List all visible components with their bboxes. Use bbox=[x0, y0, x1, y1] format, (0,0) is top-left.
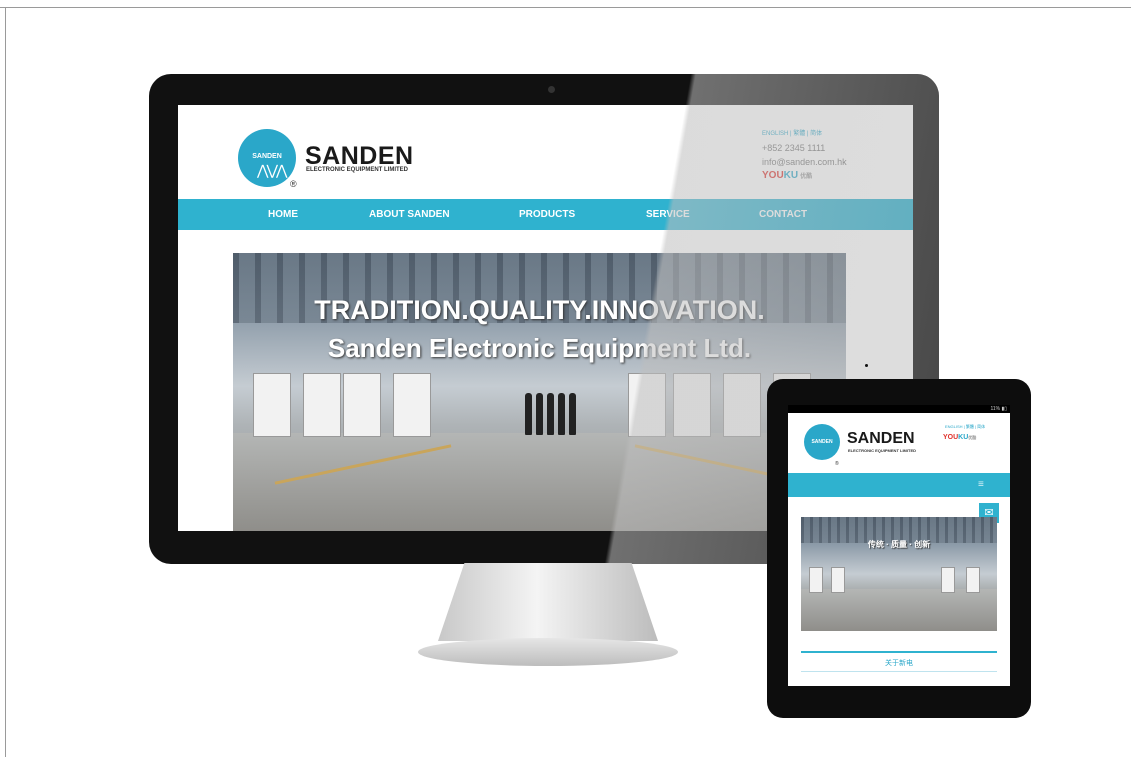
hero-banner: TRADITION.QUALITY.INNOVATION. Sanden Ele… bbox=[233, 253, 846, 531]
logo-wave-icon: ⋀⋁⋀ bbox=[257, 162, 287, 178]
tablet-youku-you: YOU bbox=[943, 434, 959, 441]
tablet-youku-cn: 优酷 bbox=[968, 435, 977, 440]
person bbox=[525, 393, 532, 435]
tablet-status-bar: 11% ▮▯ bbox=[788, 405, 1010, 413]
tablet-device: 11% ▮▯ SANDEN ® SANDEN ELECTRONIC EQUIPM… bbox=[767, 379, 1031, 718]
hero-title: TRADITION.QUALITY.INNOVATION. bbox=[314, 295, 765, 325]
tablet-divider bbox=[801, 671, 997, 672]
logo-text: SANDEN bbox=[252, 153, 282, 160]
tablet-language-switcher[interactable]: ENGLISH | 繁體 | 简体 bbox=[945, 424, 985, 430]
youku-you: YOU bbox=[762, 170, 784, 181]
monitor-stand bbox=[438, 563, 658, 641]
machine bbox=[673, 373, 711, 437]
machine bbox=[303, 373, 341, 437]
machine bbox=[343, 373, 381, 437]
hero-floor bbox=[233, 433, 846, 531]
youku-link[interactable]: YOUKU 优酷 bbox=[762, 169, 847, 184]
tablet-sanden-logo[interactable]: SANDEN bbox=[804, 424, 840, 460]
language-switcher[interactable]: ENGLISH | 繁體 | 简体 bbox=[762, 127, 847, 141]
phone-number: +852 2345 1111 bbox=[762, 143, 826, 153]
tablet-navbar: ≡ bbox=[788, 473, 1010, 497]
tablet-machine bbox=[941, 567, 955, 593]
hero-subtitle: Sanden Electronic Equipment Ltd. bbox=[327, 333, 752, 363]
tablet-machine bbox=[966, 567, 980, 593]
tablet-registered-mark: ® bbox=[835, 461, 839, 467]
machine bbox=[253, 373, 291, 437]
tablet-youku-link[interactable]: YOUKU优酷 bbox=[943, 434, 976, 441]
tablet-hero-banner: 传统 · 质量 · 创新 bbox=[801, 517, 997, 631]
tablet-hero-floor bbox=[801, 589, 997, 631]
sanden-logo[interactable]: SANDEN ⋀⋁⋀ bbox=[238, 129, 296, 187]
youku-cn: 优酷 bbox=[800, 174, 813, 180]
email-link[interactable]: info@sanden.com.hk bbox=[762, 155, 847, 169]
frame-border-left bbox=[5, 7, 6, 757]
nav-home[interactable]: HOME bbox=[268, 199, 298, 230]
main-navbar: HOME ABOUT SANDEN PRODUCTS SERVICE CONTA… bbox=[178, 199, 913, 230]
contact-block: ENGLISH | 繁體 | 简体 +852 2345 1111 info@sa… bbox=[762, 127, 847, 184]
frame-border-top bbox=[0, 7, 1131, 8]
tablet-screen: 11% ▮▯ SANDEN ® SANDEN ELECTRONIC EQUIPM… bbox=[788, 405, 1010, 686]
tablet-hero-text: 传统 · 质量 · 创新 bbox=[867, 540, 931, 549]
tablet-machine bbox=[831, 567, 845, 593]
nav-products[interactable]: PRODUCTS bbox=[519, 199, 575, 230]
youku-ku: KU bbox=[783, 170, 799, 181]
person bbox=[536, 393, 543, 435]
tablet-brand-subtitle: ELECTRONIC EQUIPMENT LIMITED bbox=[848, 448, 916, 453]
tablet-youku-ku: KU bbox=[958, 434, 969, 441]
machine bbox=[393, 373, 431, 437]
machine bbox=[723, 373, 761, 437]
tablet-divider bbox=[801, 651, 997, 653]
hamburger-icon[interactable]: ≡ bbox=[978, 479, 988, 491]
tablet-about-link[interactable]: 关于新电 bbox=[788, 658, 1010, 668]
tablet-brand-name: SANDEN bbox=[847, 430, 915, 447]
brand-subtitle: ELECTRONIC EQUIPMENT LIMITED bbox=[306, 167, 408, 173]
registered-mark: ® bbox=[290, 179, 297, 189]
machine bbox=[628, 373, 666, 437]
person bbox=[547, 393, 554, 435]
nav-service[interactable]: SERVICE bbox=[646, 199, 690, 230]
decor-dot bbox=[865, 364, 868, 367]
person bbox=[569, 393, 576, 435]
nav-contact[interactable]: CONTACT bbox=[759, 199, 807, 230]
camera-dot bbox=[548, 86, 555, 93]
person bbox=[558, 393, 565, 435]
monitor-base bbox=[418, 638, 678, 666]
tablet-machine bbox=[809, 567, 823, 593]
nav-about[interactable]: ABOUT SANDEN bbox=[369, 199, 450, 230]
